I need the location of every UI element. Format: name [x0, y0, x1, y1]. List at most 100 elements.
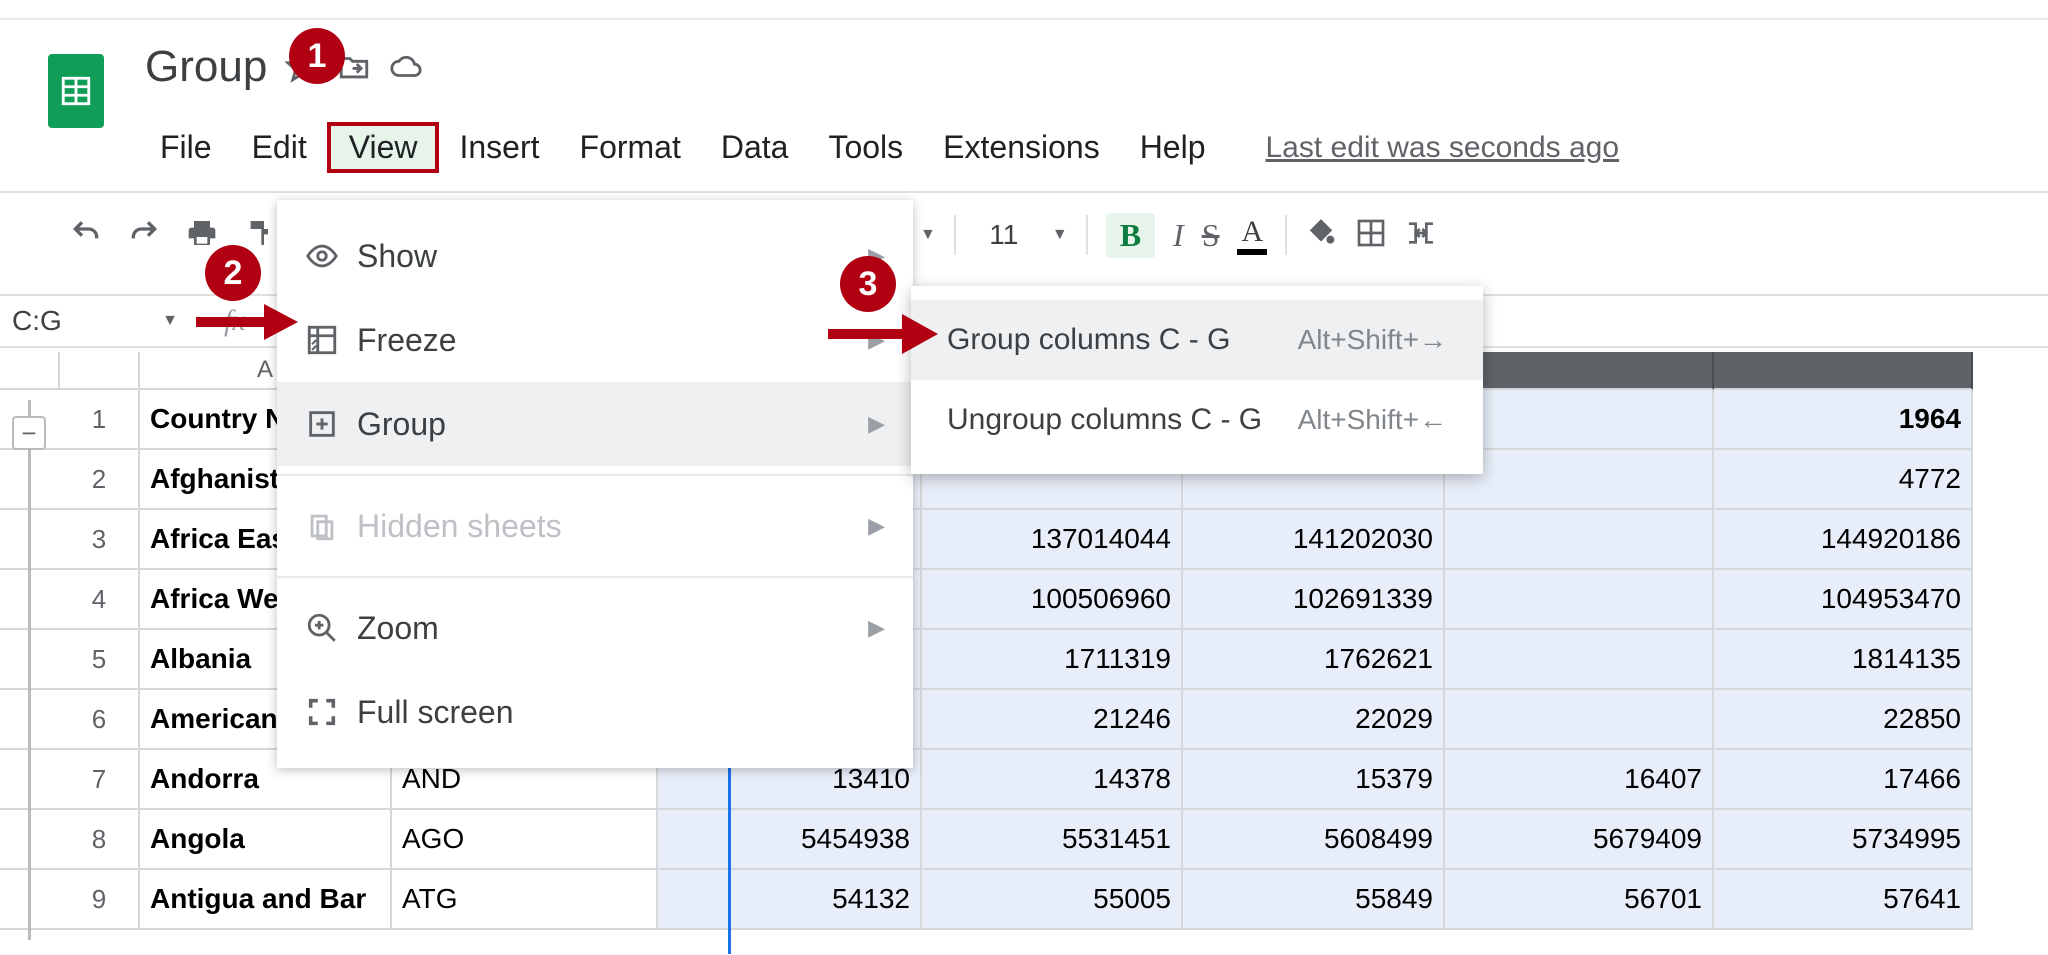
row-number[interactable]: 6 [60, 690, 140, 750]
zoom-icon [305, 611, 357, 645]
submenu-ungroup-shortcut: Alt+Shift+← [1298, 404, 1447, 436]
submenu-ungroup-columns[interactable]: Ungroup columns C - G Alt+Shift+← [911, 380, 1483, 460]
menu-extensions[interactable]: Extensions [923, 123, 1120, 172]
cell-g[interactable]: 57641 [1714, 870, 1973, 930]
row-number[interactable]: 4 [60, 570, 140, 630]
cloud-status-icon[interactable] [389, 50, 423, 84]
cell-d[interactable]: 1711319 [922, 630, 1183, 690]
cell-c[interactable]: 54132 [658, 870, 922, 930]
row-number[interactable]: 2 [60, 450, 140, 510]
cell-e[interactable]: 15379 [1183, 750, 1445, 810]
submenu-arrow-icon: ▶ [868, 615, 885, 641]
menu-edit[interactable]: Edit [232, 123, 327, 172]
cell-f[interactable] [1445, 630, 1714, 690]
cell-f[interactable]: 16407 [1445, 750, 1714, 810]
cell-d[interactable]: 21246 [922, 690, 1183, 750]
undo-icon[interactable] [70, 217, 102, 254]
row-number[interactable]: 1 [60, 390, 140, 450]
row-number[interactable]: 3 [60, 510, 140, 570]
submenu-group-columns[interactable]: Group columns C - G Alt+Shift+→ [911, 300, 1483, 380]
menu-insert[interactable]: Insert [439, 123, 559, 172]
cell-code[interactable]: AGO [392, 810, 658, 870]
cell-g[interactable]: 1814135 [1714, 630, 1973, 690]
menu-group-label: Group [357, 406, 446, 443]
cell-g[interactable]: 17466 [1714, 750, 1973, 810]
borders-icon[interactable] [1355, 217, 1387, 254]
row-number[interactable]: 8 [60, 810, 140, 870]
table-row: 9Antigua and BarATG541325500555849567015… [0, 870, 2048, 930]
text-color-button[interactable]: A [1237, 215, 1267, 255]
menu-data[interactable]: Data [701, 123, 809, 172]
fill-color-icon[interactable] [1305, 217, 1337, 254]
cell-e[interactable]: 102691339 [1183, 570, 1445, 630]
cell-country[interactable]: Antigua and Bar [140, 870, 392, 930]
cell-d[interactable]: 137014044 [922, 510, 1183, 570]
cell-f[interactable]: 56701 [1445, 870, 1714, 930]
menu-show[interactable]: Show ▶ [277, 214, 913, 298]
menu-freeze-label: Freeze [357, 322, 457, 359]
italic-button[interactable]: I [1173, 217, 1184, 254]
cell-d[interactable]: 14378 [922, 750, 1183, 810]
cell-f[interactable] [1445, 690, 1714, 750]
last-edit-link[interactable]: Last edit was seconds ago [1266, 131, 1620, 165]
group-collapse-button[interactable]: − [12, 416, 46, 450]
cell-g[interactable]: 104953470 [1714, 570, 1973, 630]
cell-e[interactable]: 55849 [1183, 870, 1445, 930]
font-size-input[interactable]: 11 [974, 219, 1034, 251]
menu-view[interactable]: View [327, 122, 440, 173]
menu-file[interactable]: File [140, 123, 232, 172]
row-number[interactable]: 7 [60, 750, 140, 810]
menu-hidden-label: Hidden sheets [357, 508, 562, 545]
cell-d[interactable]: 55005 [922, 870, 1183, 930]
cell-g[interactable]: 4772 [1714, 450, 1973, 510]
menu-zoom[interactable]: Zoom ▶ [277, 586, 913, 670]
cell-c[interactable]: 5454938 [658, 810, 922, 870]
column-header-g[interactable] [1714, 352, 1973, 390]
cell-country[interactable]: Angola [140, 810, 392, 870]
menu-fullscreen-label: Full screen [357, 694, 514, 731]
toolbar-divider [0, 191, 2048, 193]
zoom-dropdown-icon[interactable]: ▼ [920, 226, 936, 244]
cell-e[interactable]: 5608499 [1183, 810, 1445, 870]
cell-d[interactable]: 100506960 [922, 570, 1183, 630]
annotation-arrow-3 [820, 306, 940, 362]
cell-g[interactable]: 144920186 [1714, 510, 1973, 570]
row-number[interactable]: 9 [60, 870, 140, 930]
name-box[interactable]: C:G ▼ [0, 305, 200, 337]
doc-title[interactable]: Group [145, 42, 267, 92]
name-box-dropdown-icon[interactable]: ▼ [162, 312, 178, 330]
cell-code[interactable]: ATG [392, 870, 658, 930]
column-header-f[interactable] [1445, 352, 1714, 390]
separator [1086, 215, 1088, 255]
cell-f[interactable] [1445, 450, 1714, 510]
cell-f[interactable]: 5679409 [1445, 810, 1714, 870]
cell-f[interactable] [1445, 570, 1714, 630]
cell-d[interactable]: 5531451 [922, 810, 1183, 870]
cell-e[interactable]: 141202030 [1183, 510, 1445, 570]
menu-tools[interactable]: Tools [808, 123, 923, 172]
menu-group[interactable]: Group ▶ [277, 382, 913, 466]
select-all-corner[interactable] [60, 352, 140, 390]
merge-cells-icon[interactable] [1405, 217, 1437, 254]
paint-format-icon[interactable] [244, 217, 276, 254]
row-number[interactable]: 5 [60, 630, 140, 690]
bold-button[interactable]: B [1106, 213, 1155, 258]
cell-g[interactable]: 5734995 [1714, 810, 1973, 870]
cell-g[interactable]: 22850 [1714, 690, 1973, 750]
cell-f[interactable] [1445, 390, 1714, 450]
redo-icon[interactable] [128, 217, 160, 254]
sheets-logo-icon[interactable] [48, 54, 104, 128]
cell-f[interactable] [1445, 510, 1714, 570]
menu-help[interactable]: Help [1120, 123, 1226, 172]
submenu-arrow-icon: ▶ [868, 411, 885, 437]
menu-fullscreen[interactable]: Full screen [277, 670, 913, 754]
strikethrough-button[interactable]: S [1202, 217, 1220, 254]
print-icon[interactable] [186, 217, 218, 254]
annotation-2: 2 [205, 245, 261, 301]
cell-e[interactable]: 1762621 [1183, 630, 1445, 690]
menu-format[interactable]: Format [560, 123, 701, 172]
cell-g[interactable]: 1964 [1714, 390, 1973, 450]
menu-freeze[interactable]: Freeze ▶ [277, 298, 913, 382]
font-size-dropdown-icon[interactable]: ▼ [1052, 226, 1068, 244]
cell-e[interactable]: 22029 [1183, 690, 1445, 750]
